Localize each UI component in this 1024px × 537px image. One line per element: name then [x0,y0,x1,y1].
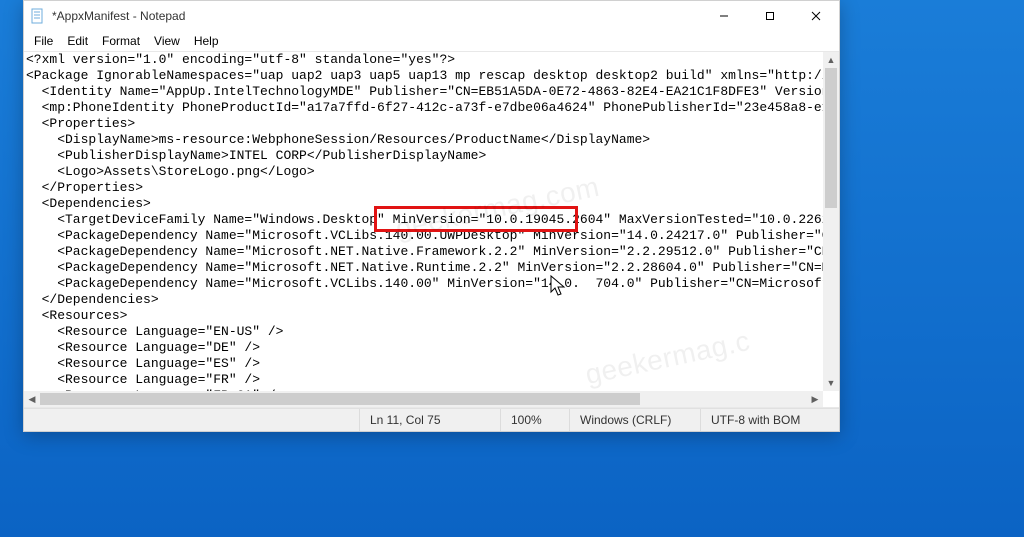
status-zoom: 100% [500,409,569,431]
line: <Resource Language="EN-US" /> [26,324,283,339]
line: <Properties> [26,116,135,131]
vscroll-thumb[interactable] [825,68,837,208]
menu-edit[interactable]: Edit [61,33,94,49]
scroll-down-arrow-icon[interactable]: ▼ [823,375,839,391]
scroll-up-arrow-icon[interactable]: ▲ [823,52,839,68]
scroll-left-arrow-icon[interactable]: ◀ [24,391,40,407]
title-bar[interactable]: *AppxManifest - Notepad [24,1,839,31]
status-position: Ln 11, Col 75 [359,409,500,431]
scroll-right-arrow-icon[interactable]: ▶ [807,391,823,407]
notepad-icon [30,8,46,24]
maximize-button[interactable] [747,1,793,31]
hscroll-thumb[interactable] [40,393,640,405]
menu-bar: File Edit Format View Help [24,31,839,51]
horizontal-scrollbar[interactable]: ◀ ▶ [24,391,823,407]
line: <PackageDependency Name="Microsoft.NET.N… [26,244,823,259]
line: <mp:PhoneIdentity PhoneProductId="a17a7f… [26,100,823,115]
minimize-button[interactable] [701,1,747,31]
line: <Identity Name="AppUp.IntelTechnologyMDE… [26,84,823,99]
line: <TargetDeviceFamily Name="Windows.Deskto… [26,212,823,227]
vertical-scrollbar[interactable]: ▲ ▼ [823,52,839,391]
status-bar: Ln 11, Col 75 100% Windows (CRLF) UTF-8 … [24,408,839,431]
menu-format[interactable]: Format [96,33,146,49]
text-editor[interactable]: <?xml version="1.0" encoding="utf-8" sta… [24,52,823,391]
menu-help[interactable]: Help [188,33,225,49]
status-encoding: UTF-8 with BOM [700,409,839,431]
menu-view[interactable]: View [148,33,186,49]
status-line-ending: Windows (CRLF) [569,409,700,431]
line: <DisplayName>ms-resource:WebphoneSession… [26,132,650,147]
line: </Properties> [26,180,143,195]
titlebar-left: *AppxManifest - Notepad [30,8,185,24]
editor-area: <?xml version="1.0" encoding="utf-8" sta… [24,51,839,408]
line: <Dependencies> [26,196,151,211]
line: <Package IgnorableNamespaces="uap uap2 u… [26,68,823,83]
line: <PublisherDisplayName>INTEL CORP</Publis… [26,148,486,163]
line: <Resources> [26,308,127,323]
close-button[interactable] [793,1,839,31]
line: <Logo>Assets\StoreLogo.png</Logo> [26,164,315,179]
line: </Dependencies> [26,292,159,307]
line: <Resource Language="DE" /> [26,340,260,355]
line: <PackageDependency Name="Microsoft.NET.N… [26,260,823,275]
hscroll-track[interactable] [40,391,807,407]
menu-file[interactable]: File [28,33,59,49]
window-controls [701,1,839,31]
line: <PackageDependency Name="Microsoft.VCLib… [26,228,823,243]
notepad-window: *AppxManifest - Notepad File Edit Format… [23,0,840,432]
line: <PackageDependency Name="Microsoft.VCLib… [26,276,823,291]
line: <Resource Language="FR" /> [26,372,260,387]
line: <?xml version="1.0" encoding="utf-8" sta… [26,52,455,67]
window-title: *AppxManifest - Notepad [52,9,185,23]
vscroll-track[interactable] [823,68,839,375]
line: <Resource Language="ES" /> [26,356,260,371]
